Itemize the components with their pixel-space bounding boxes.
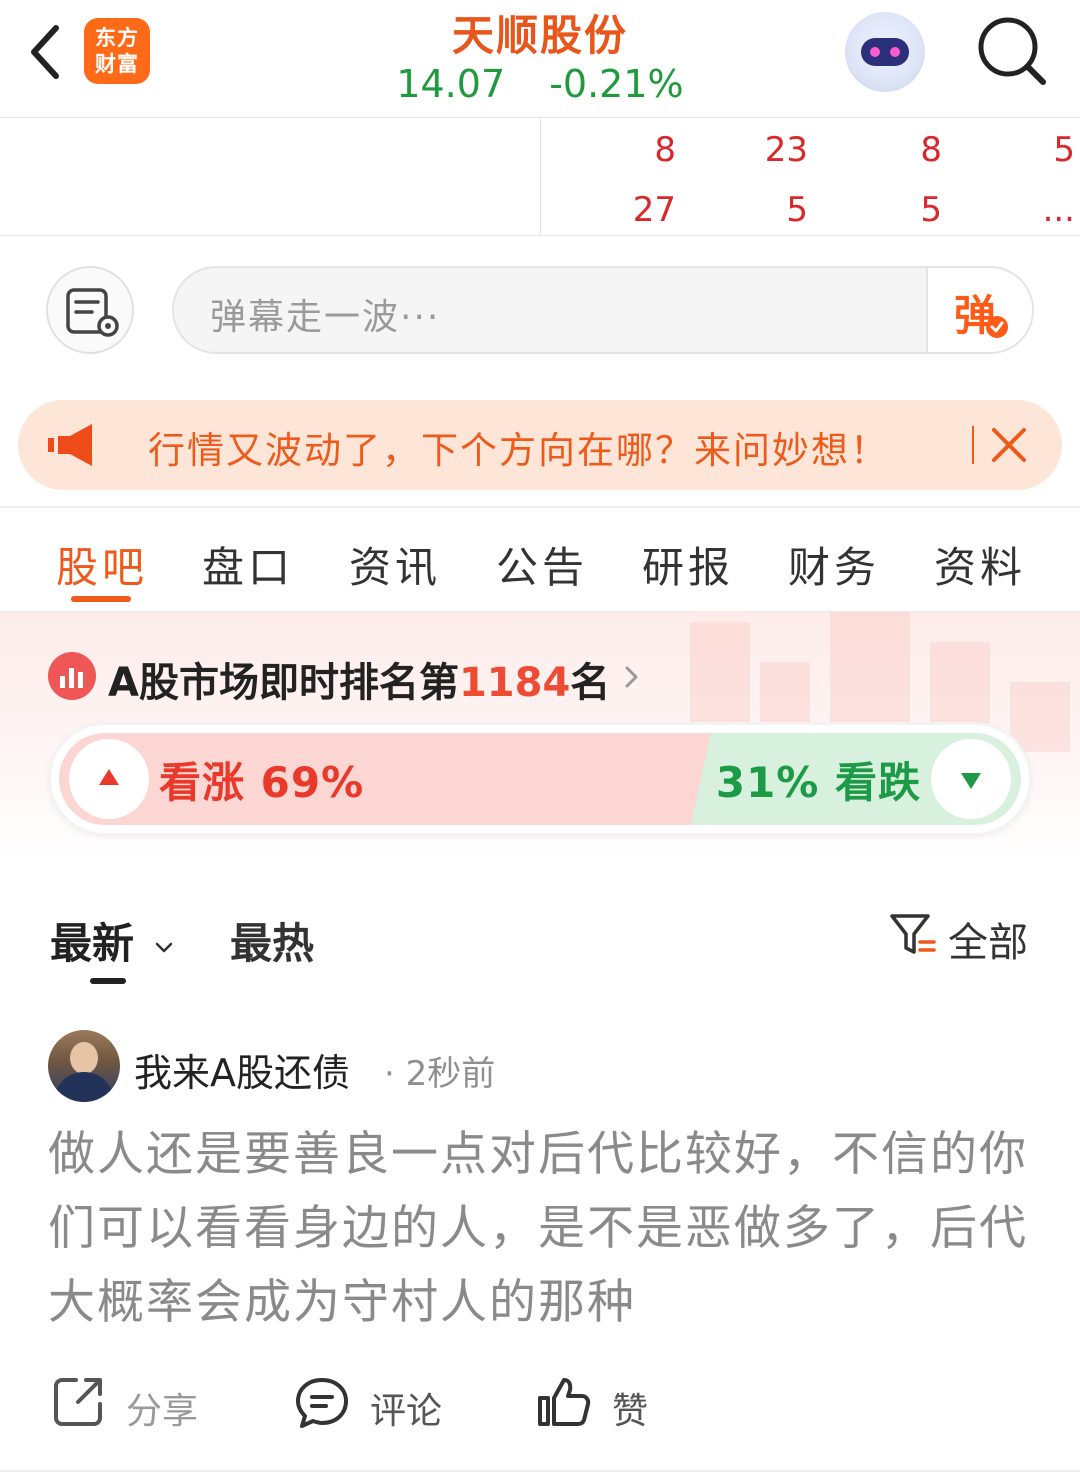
main-tabs: 股吧 盘口 资讯 公告 研报 财务 资料 — [0, 508, 1080, 612]
triangle-up-icon — [99, 769, 119, 785]
thumbs-up-icon — [538, 1378, 591, 1426]
comment-button[interactable]: 评论 — [294, 1372, 454, 1432]
feed-tab-indicator — [90, 978, 126, 984]
assistant-robot-icon[interactable] — [845, 12, 925, 92]
tab-profile[interactable]: 资料 — [934, 534, 1026, 595]
tab-guba[interactable]: 股吧 — [56, 534, 148, 595]
share-button[interactable]: 分享 — [50, 1372, 210, 1432]
triangle-down-icon — [961, 773, 981, 789]
post-author[interactable]: 我来A股还债 — [134, 1042, 350, 1097]
chevron-down-icon — [155, 942, 172, 952]
post-content[interactable]: 做人还是要善良一点对后代比较好，不信的你们可以看看身边的人，是不是恶做多了，后代… — [48, 1118, 1038, 1340]
feed-tab-latest-label: 最新 — [50, 919, 135, 968]
tab-order-book[interactable]: 盘口 — [202, 534, 294, 595]
ticker-divider — [540, 118, 541, 236]
ranking-suffix: 名 — [570, 660, 611, 706]
sentiment-panel: A股市场即时排名第1184名 看涨 69% 31% 看跌 — [0, 612, 1080, 862]
stock-price: 14.07 — [396, 62, 506, 106]
tab-finance[interactable]: 财务 — [788, 534, 880, 595]
order-ticker: 8 23 8 5 27 5 5 ... — [0, 118, 1080, 236]
like-button[interactable]: 赞 — [536, 1372, 666, 1432]
vote-bar: 看涨 69% 31% 看跌 — [48, 722, 1032, 836]
promo-divider — [972, 426, 974, 464]
promo-text: 行情又波动了，下个方向在哪？来问妙想！ — [148, 429, 889, 472]
tab-research[interactable]: 研报 — [642, 534, 734, 595]
top-bar: 东方 财富 天顺股份 14.07 -0.21% — [0, 0, 1080, 118]
avatar-head — [70, 1042, 98, 1074]
robot-eye-left — [870, 47, 880, 57]
promo-banner[interactable]: 行情又波动了，下个方向在哪？来问妙想！ — [18, 400, 1062, 490]
vote-up-button[interactable] — [69, 739, 149, 819]
feed-tab-latest[interactable]: 最新 — [50, 910, 175, 971]
danmu-input[interactable]: 弹幕走一波··· 弹 — [172, 266, 1034, 354]
danmu-settings-icon — [66, 288, 119, 337]
ticker-cell: 8 — [654, 130, 676, 170]
chevron-right-icon[interactable] — [620, 660, 644, 694]
ranking-number: 1184 — [458, 660, 571, 706]
feed-tab-hot[interactable]: 最热 — [230, 910, 314, 971]
danmu-settings-button[interactable] — [46, 266, 134, 354]
avatar-body — [54, 1072, 114, 1102]
filter-label[interactable]: 全部 — [948, 910, 1028, 968]
ranking-prefix: A股市场即时排名第 — [108, 660, 459, 706]
megaphone-icon — [48, 424, 92, 466]
vote-up-label: 看涨 69% — [159, 758, 365, 807]
comment-icon — [296, 1378, 348, 1428]
filter-icon[interactable] — [888, 910, 938, 960]
check-icon — [986, 316, 1008, 338]
danmu-placeholder: 弹幕走一波··· — [210, 297, 441, 338]
ticker-cell: 5 — [1053, 130, 1075, 170]
vote-down-button[interactable] — [931, 739, 1011, 819]
robot-face — [861, 38, 909, 66]
comment-label: 评论 — [370, 1391, 443, 1432]
post-time: · 2秒前 — [384, 1054, 496, 1094]
ticker-cell: ... — [1042, 190, 1075, 230]
stock-change: -0.21% — [549, 62, 684, 106]
ticker-cell: 5 — [786, 190, 808, 230]
vote-down-label: 31% 看跌 — [715, 758, 921, 807]
close-icon[interactable] — [986, 422, 1032, 468]
active-tab-indicator — [71, 596, 131, 602]
avatar[interactable] — [48, 1030, 120, 1102]
tab-announcements[interactable]: 公告 — [496, 534, 588, 595]
ticker-cell: 5 — [920, 190, 942, 230]
like-label: 赞 — [612, 1391, 649, 1432]
danmu-send-button[interactable]: 弹 — [926, 268, 1032, 352]
search-icon[interactable] — [975, 14, 1047, 86]
market-ranking[interactable]: A股市场即时排名第1184名 — [108, 650, 610, 708]
robot-eye-right — [890, 47, 900, 57]
post-divider — [0, 1470, 1080, 1472]
ranking-icon — [48, 652, 96, 700]
tab-news[interactable]: 资讯 — [349, 534, 441, 595]
ticker-cell: 8 — [920, 130, 942, 170]
decor-bar — [1010, 682, 1070, 752]
ticker-cell: 27 — [632, 190, 676, 230]
share-icon — [54, 1378, 102, 1426]
share-label: 分享 — [126, 1391, 199, 1432]
ticker-cell: 23 — [764, 130, 808, 170]
